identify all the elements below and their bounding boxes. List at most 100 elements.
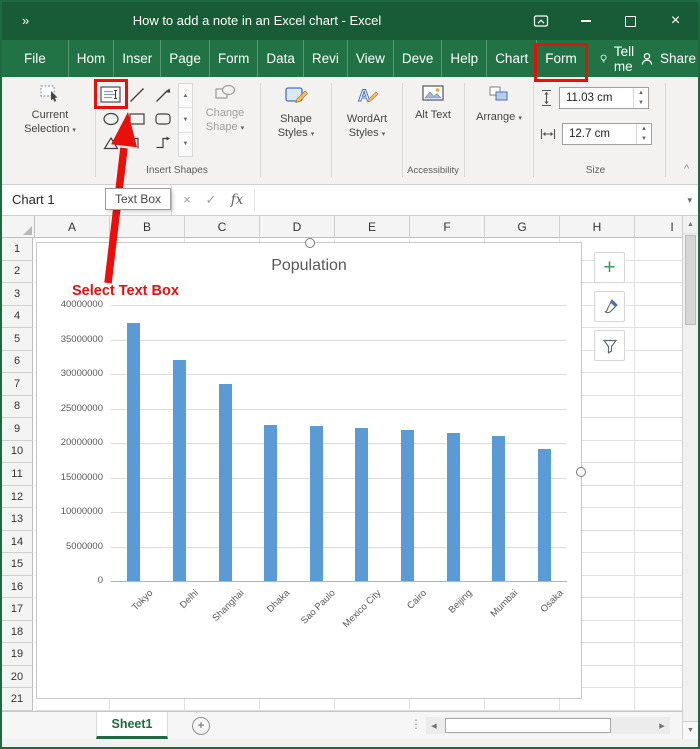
ribbon-tab-10-chart[interactable]: Chart: [486, 40, 536, 77]
scroll-down-button[interactable]: ▼: [683, 721, 698, 739]
spin-down-button[interactable]: ▼: [634, 98, 648, 108]
row-header-20[interactable]: 20: [2, 665, 33, 689]
column-header-g[interactable]: G: [485, 216, 560, 238]
row-header-3[interactable]: 3: [2, 283, 33, 306]
collapse-ribbon-button[interactable]: ^: [684, 163, 689, 175]
scroll-right-button[interactable]: ▶: [654, 717, 670, 734]
column-header-b[interactable]: B: [110, 216, 185, 238]
chart-styles-button[interactable]: [594, 291, 625, 322]
column-header-h[interactable]: H: [560, 216, 635, 238]
alt-text-button[interactable]: Alt Text: [406, 83, 460, 123]
ribbon-tab-5-data[interactable]: Data: [257, 40, 303, 77]
chart-bar[interactable]: [355, 427, 369, 581]
rectangle-shape-button[interactable]: [124, 107, 150, 131]
column-header-f[interactable]: F: [410, 216, 485, 238]
shape-styles-button[interactable]: Shape Styles ▾: [264, 83, 328, 141]
share-button[interactable]: Share: [640, 40, 696, 77]
chart-bar[interactable]: [446, 432, 460, 581]
vertical-scrollbar[interactable]: ▲ ▼: [682, 216, 698, 739]
quick-access-overflow-button[interactable]: »: [22, 2, 29, 40]
chart-bar[interactable]: [309, 425, 323, 581]
ribbon-tab-1-hom[interactable]: Hom: [67, 40, 114, 77]
minimize-button[interactable]: [563, 2, 608, 40]
row-header-8[interactable]: 8: [2, 395, 33, 419]
spin-up-button[interactable]: ▲: [634, 88, 648, 98]
row-header-7[interactable]: 7: [2, 373, 33, 396]
spin-up-button[interactable]: ▲: [637, 124, 651, 134]
row-header-1[interactable]: 1: [2, 238, 33, 261]
row-header-14[interactable]: 14: [2, 530, 33, 554]
row-header-19[interactable]: 19: [2, 643, 33, 666]
maximize-button[interactable]: [608, 2, 653, 40]
text-box-button[interactable]: [94, 79, 128, 109]
row-header-2[interactable]: 2: [2, 260, 33, 284]
shape-height-input[interactable]: 11.03 cm ▲ ▼: [559, 87, 649, 109]
row-header-6[interactable]: 6: [2, 350, 33, 374]
chart-bar[interactable]: [172, 360, 186, 581]
cancel-button[interactable]: ×: [176, 185, 198, 215]
column-header-d[interactable]: D: [260, 216, 335, 238]
chart-object[interactable]: Population Tokyo Delhi Shanghai Dhaka Sao Pa…: [36, 238, 586, 699]
chart-title[interactable]: Population: [37, 257, 581, 275]
change-shape-button[interactable]: Change Shape ▾: [196, 83, 254, 135]
ribbon-tab-11-form[interactable]: Form: [534, 40, 588, 82]
row-header-16[interactable]: 16: [2, 575, 33, 599]
ribbon-tab-9-help[interactable]: Help: [441, 40, 486, 77]
formula-bar-expand-icon[interactable]: ▾: [687, 185, 692, 215]
chart-elements-button[interactable]: +: [594, 252, 625, 283]
gallery-more-button[interactable]: ▼: [179, 131, 192, 156]
scroll-left-button[interactable]: ◀: [426, 717, 442, 734]
chart-bar[interactable]: [218, 384, 232, 581]
ribbon-display-options-button[interactable]: [518, 2, 563, 40]
ribbon-tab-0-file[interactable]: File: [12, 40, 58, 77]
gallery-scroll-down-button[interactable]: ▼: [179, 107, 192, 131]
rounded-rectangle-shape-button[interactable]: [150, 107, 176, 131]
scroll-up-button[interactable]: ▲: [683, 216, 698, 234]
arrow-shape-button[interactable]: [150, 83, 176, 107]
chart-bar[interactable]: [492, 436, 506, 581]
chart-resize-handle-right[interactable]: [576, 467, 586, 477]
row-header-10[interactable]: 10: [2, 440, 33, 464]
elbow-connector-button[interactable]: [124, 131, 150, 155]
row-header-12[interactable]: 12: [2, 485, 33, 509]
vertical-scroll-thumb[interactable]: [685, 235, 696, 325]
row-header-11[interactable]: 11: [2, 463, 33, 486]
column-header-i[interactable]: I: [635, 216, 682, 238]
row-header-13[interactable]: 13: [2, 508, 33, 531]
row-header-9[interactable]: 9: [2, 418, 33, 441]
arrange-button[interactable]: Arrange ▾: [468, 83, 530, 125]
spin-down-button[interactable]: ▼: [637, 134, 651, 144]
chart-bar[interactable]: [264, 425, 278, 581]
formula-input[interactable]: [258, 185, 668, 215]
ribbon-tab-4-form[interactable]: Form: [208, 40, 258, 77]
elbow-arrow-connector-button[interactable]: [150, 131, 176, 155]
wordart-styles-button[interactable]: A WordArt Styles ▾: [335, 83, 399, 141]
chart-filters-button[interactable]: [594, 330, 625, 361]
ribbon-tab-6-revi[interactable]: Revi: [302, 40, 347, 77]
row-header-5[interactable]: 5: [2, 328, 33, 351]
ribbon-tab-2-inser[interactable]: Inser: [113, 40, 160, 77]
shape-width-input[interactable]: 12.7 cm ▲ ▼: [562, 123, 652, 145]
tab-scrollbar-separator-icon[interactable]: ⋮: [410, 717, 422, 731]
ribbon-tab-3-page[interactable]: Page: [160, 40, 209, 77]
sheet-tab-sheet1[interactable]: Sheet1: [96, 712, 168, 739]
triangle-shape-button[interactable]: [98, 131, 124, 155]
insert-function-button[interactable]: fx: [226, 185, 248, 215]
enter-button[interactable]: ✓: [200, 185, 222, 215]
current-selection-group[interactable]: Current Selection ▾: [6, 83, 94, 137]
gallery-scroll-up-button[interactable]: ▲: [179, 84, 192, 107]
column-header-e[interactable]: E: [335, 216, 410, 238]
line-shape-button[interactable]: [124, 83, 150, 107]
tell-me-button[interactable]: Tell me: [599, 40, 640, 77]
row-header-15[interactable]: 15: [2, 553, 33, 576]
column-header-a[interactable]: A: [35, 216, 110, 238]
chart-bar[interactable]: [400, 429, 414, 581]
ribbon-tab-7-view[interactable]: View: [346, 40, 393, 77]
chart-resize-handle-top[interactable]: [305, 238, 315, 248]
horizontal-scroll-thumb[interactable]: [445, 718, 611, 733]
row-header-18[interactable]: 18: [2, 620, 33, 644]
oval-shape-button[interactable]: [98, 107, 124, 131]
close-button[interactable]: ×: [653, 2, 698, 40]
chart-bar[interactable]: [127, 322, 141, 581]
ribbon-tab-8-deve[interactable]: Deve: [392, 40, 442, 77]
